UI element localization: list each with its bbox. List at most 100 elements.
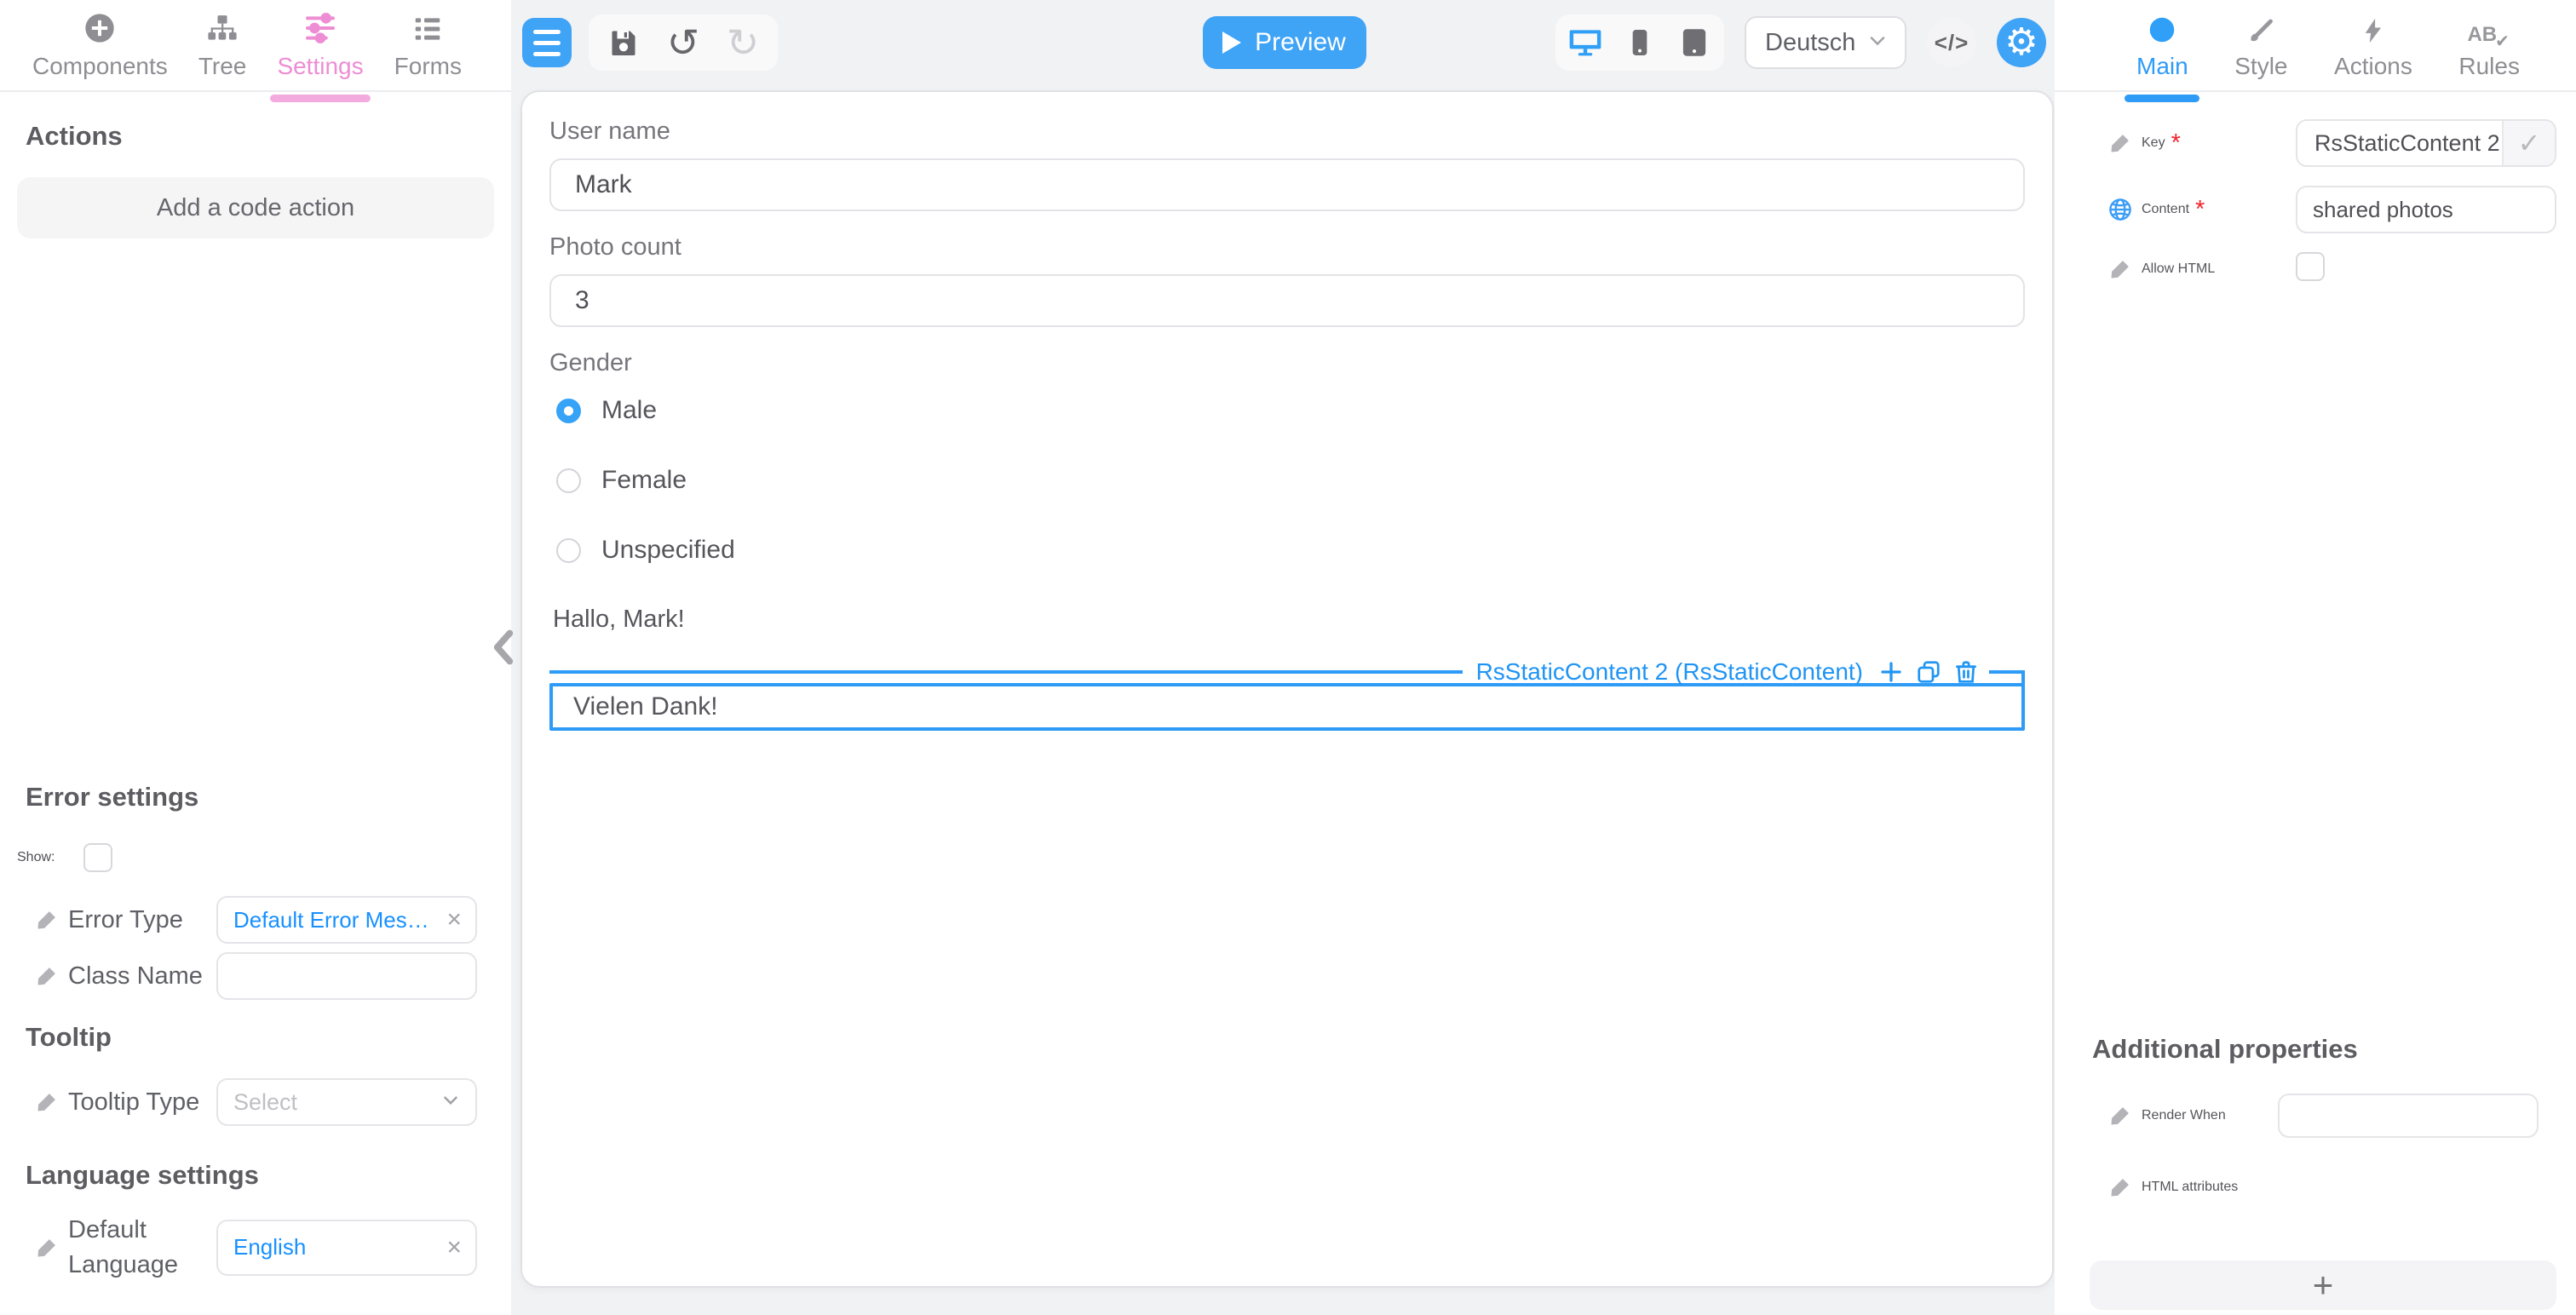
radio-selected-icon[interactable] bbox=[556, 398, 581, 423]
show-checkbox[interactable] bbox=[83, 843, 113, 872]
delete-component-icon[interactable] bbox=[1953, 659, 1979, 685]
language-selector-value: Deutsch bbox=[1765, 28, 1856, 56]
class-name-input[interactable] bbox=[233, 962, 462, 990]
editor-toolbar: ↺ ↻ Preview Deutsch </> ⚙ bbox=[522, 14, 2046, 72]
key-input-wrap: ✓ bbox=[2296, 119, 2556, 167]
show-label: Show: bbox=[17, 850, 55, 864]
clear-icon[interactable]: × bbox=[446, 1233, 462, 1262]
allow-html-checkbox[interactable] bbox=[2296, 252, 2325, 281]
tab-settings[interactable]: Settings bbox=[270, 11, 371, 102]
render-when-input[interactable] bbox=[2295, 1102, 2523, 1129]
radio-icon[interactable] bbox=[556, 468, 581, 493]
preview-button[interactable]: Preview bbox=[1202, 16, 1366, 69]
gender-option-male[interactable]: Male bbox=[556, 396, 2025, 425]
gender-label: Gender bbox=[549, 349, 632, 376]
gender-option-unspecified[interactable]: Unspecified bbox=[556, 536, 2025, 565]
default-language-label: Default Language bbox=[68, 1216, 179, 1278]
history-button-group: ↺ ↻ bbox=[589, 14, 778, 71]
circle-icon bbox=[2147, 11, 2177, 45]
pen-icon bbox=[32, 1090, 61, 1114]
class-name-label: Class Name bbox=[68, 962, 203, 990]
error-type-select[interactable]: Default Error Mess… × bbox=[216, 896, 477, 944]
copy-component-icon[interactable] bbox=[1916, 659, 1941, 685]
language-settings-section: Language settings Default Language Engli… bbox=[0, 1160, 511, 1290]
tab-style[interactable]: Style bbox=[2234, 11, 2287, 80]
active-tab-underline bbox=[2125, 94, 2200, 102]
add-property-button[interactable]: + bbox=[2090, 1260, 2556, 1310]
phone-device-button[interactable] bbox=[1619, 18, 1661, 67]
key-label: Key * bbox=[2142, 129, 2181, 157]
selection-label-row: RsStaticContent 2 (RsStaticContent) bbox=[549, 657, 2025, 704]
tooltip-section: Tooltip Tooltip Type Select bbox=[0, 1022, 511, 1134]
default-language-value: English bbox=[233, 1234, 307, 1260]
pen-icon bbox=[32, 964, 61, 988]
tab-rules[interactable]: AB ✔ Rules bbox=[2458, 11, 2520, 80]
preview-label: Preview bbox=[1255, 28, 1346, 56]
clear-icon[interactable]: × bbox=[446, 905, 462, 934]
tree-icon bbox=[206, 11, 239, 45]
tab-main[interactable]: Main bbox=[2125, 11, 2200, 102]
desktop-device-button[interactable] bbox=[1564, 18, 1607, 67]
undo-button[interactable]: ↺ bbox=[658, 18, 708, 67]
tab-actions[interactable]: Actions bbox=[2334, 11, 2412, 80]
language-settings-heading: Language settings bbox=[26, 1160, 259, 1190]
editor-area: ↺ ↻ Preview Deutsch </> ⚙ User name Mark… bbox=[511, 0, 2055, 1315]
selection-label: RsStaticContent 2 (RsStaticContent) bbox=[1475, 658, 1863, 685]
error-type-value: Default Error Mess… bbox=[233, 906, 439, 933]
default-language-select[interactable]: English × bbox=[216, 1219, 477, 1276]
add-code-action-button[interactable]: Add a code action bbox=[17, 177, 494, 238]
tab-tree[interactable]: Tree bbox=[198, 11, 246, 80]
selection-actions bbox=[1878, 659, 1979, 685]
pen-icon bbox=[2106, 1104, 2135, 1128]
component-properties-section: Key* ✓ Content* Allow HTML bbox=[2055, 119, 2576, 304]
actions-heading: Actions bbox=[26, 121, 123, 151]
pen-icon bbox=[32, 1236, 61, 1260]
additional-properties-heading: Additional properties bbox=[2092, 1034, 2358, 1064]
plus-circle-icon bbox=[83, 11, 117, 45]
gender-option-label: Unspecified bbox=[601, 536, 735, 564]
language-selector[interactable]: Deutsch bbox=[1745, 16, 1906, 69]
render-when-input-wrap bbox=[2278, 1094, 2539, 1138]
chevron-down-icon bbox=[440, 1089, 462, 1116]
tab-components[interactable]: Components bbox=[32, 11, 168, 80]
photo-count-input[interactable] bbox=[575, 286, 1999, 315]
tab-forms-label: Forms bbox=[394, 52, 462, 79]
radio-icon[interactable] bbox=[556, 537, 581, 563]
code-view-button[interactable]: </> bbox=[1927, 18, 1976, 67]
pen-icon bbox=[2106, 131, 2135, 155]
username-label: User name bbox=[549, 118, 670, 145]
static-content-element[interactable]: Vielen Dank! bbox=[549, 683, 2025, 731]
tab-forms[interactable]: Forms bbox=[394, 11, 462, 80]
gender-option-female[interactable]: Female bbox=[556, 466, 2025, 495]
html-attributes-label: HTML attributes bbox=[2142, 1180, 2239, 1194]
tooltip-type-placeholder: Select bbox=[233, 1088, 298, 1115]
required-asterisk: * bbox=[2195, 195, 2205, 223]
menu-button[interactable] bbox=[522, 18, 572, 67]
tab-actions-label: Actions bbox=[2334, 52, 2412, 79]
content-input[interactable] bbox=[2313, 196, 2541, 223]
toolbar-right-group: Deutsch </> ⚙ bbox=[1555, 14, 2046, 71]
required-asterisk: * bbox=[2171, 129, 2181, 157]
key-input[interactable] bbox=[2297, 129, 2502, 157]
collapse-left-panel-button[interactable] bbox=[484, 622, 523, 673]
bolt-icon bbox=[2359, 11, 2388, 45]
confirm-check-icon[interactable]: ✓ bbox=[2502, 121, 2555, 165]
tablet-device-button[interactable] bbox=[1673, 18, 1716, 67]
tooltip-type-select[interactable]: Select bbox=[216, 1078, 477, 1126]
left-tabbar: Components Tree Settings Forms bbox=[0, 0, 511, 102]
save-button[interactable] bbox=[599, 18, 648, 67]
add-component-icon[interactable] bbox=[1878, 659, 1904, 685]
username-input[interactable] bbox=[575, 170, 1999, 199]
allow-html-label: Allow HTML bbox=[2142, 261, 2216, 276]
selected-component[interactable]: RsStaticContent 2 (RsStaticContent) Viel… bbox=[549, 658, 2025, 731]
list-icon bbox=[411, 11, 444, 45]
redo-button[interactable]: ↻ bbox=[718, 18, 768, 67]
gear-button[interactable]: ⚙ bbox=[1997, 18, 2046, 67]
active-tab-underline bbox=[270, 94, 371, 102]
additional-properties-section: Additional properties Render When HTML a… bbox=[2055, 1034, 2576, 1310]
selection-connector-line bbox=[549, 670, 1463, 674]
tab-rules-label: Rules bbox=[2458, 52, 2520, 79]
class-name-input-wrap bbox=[216, 952, 477, 1000]
photo-count-label: Photo count bbox=[549, 233, 681, 261]
selection-connector-elbow bbox=[1989, 670, 2025, 704]
